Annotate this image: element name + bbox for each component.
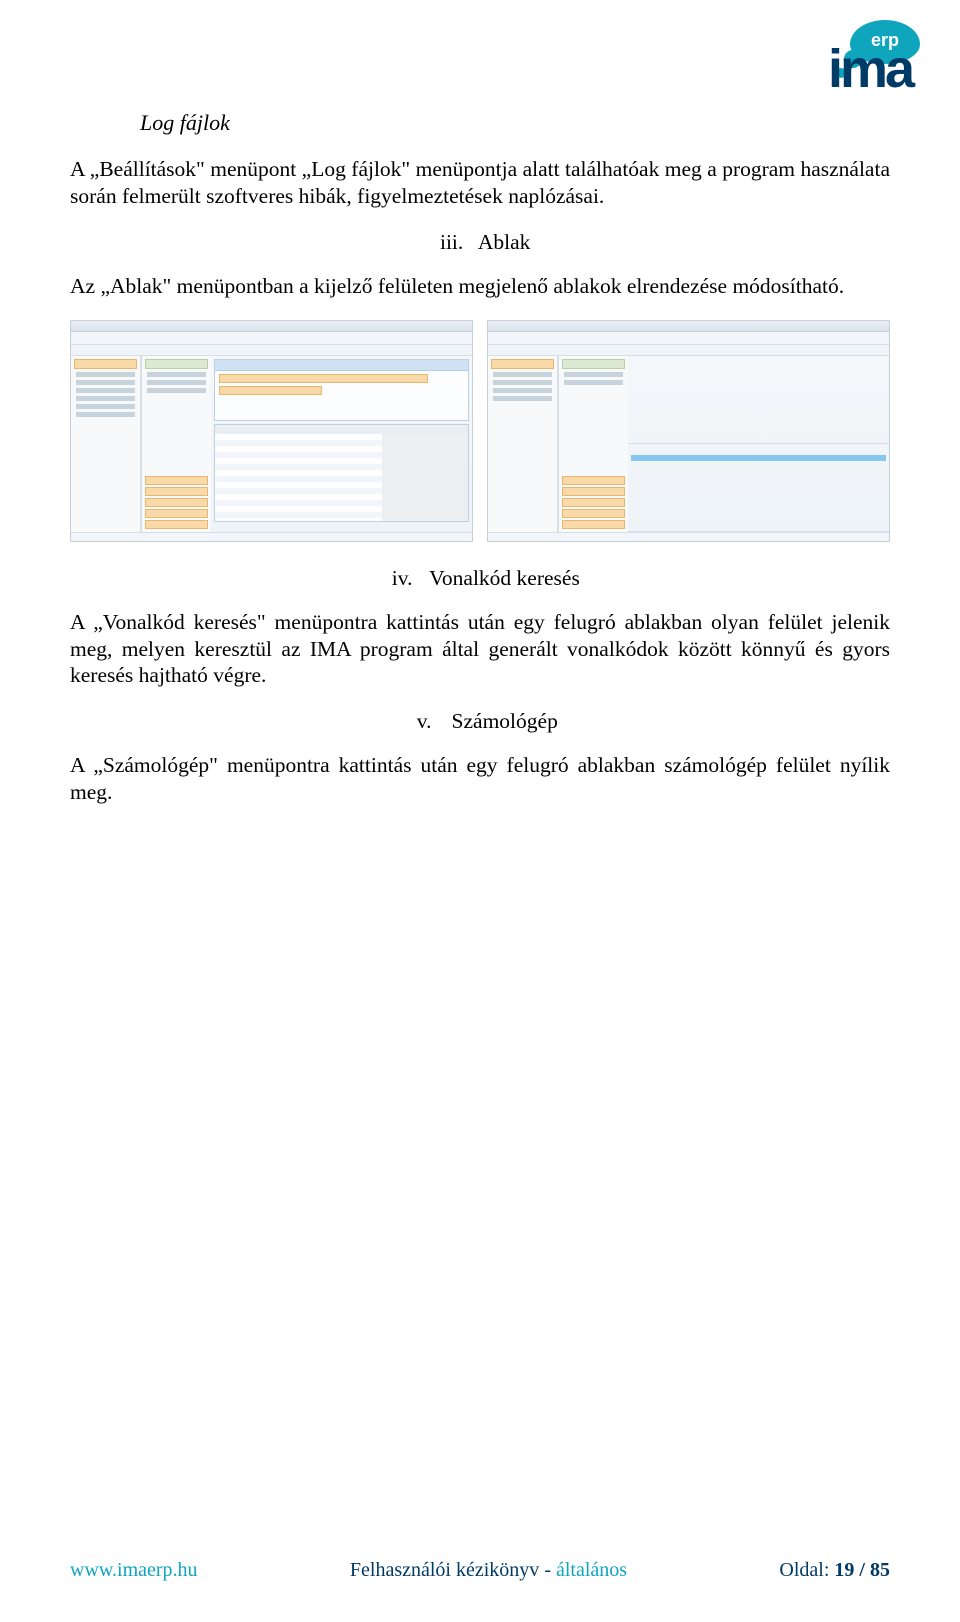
footer-page-number: 19 / 85 <box>834 1559 890 1581</box>
subheading-number: iv. <box>380 566 424 591</box>
footer-title-general: általános <box>556 1559 627 1581</box>
subheading-vonalkod: iv. Vonalkód keresés <box>70 566 890 591</box>
subheading-label: Vonalkód keresés <box>429 566 580 590</box>
paragraph-log-files: A „Beállítások" menüpont „Log fájlok" me… <box>70 156 890 210</box>
screenshot-right <box>487 320 890 542</box>
screenshot-row <box>70 320 890 542</box>
page-footer: www.imaerp.hu Felhasználói kézikönyv - á… <box>70 1559 890 1582</box>
subheading-number: iii. <box>430 230 474 255</box>
footer-title: Felhasználói kézikönyv - általános <box>350 1559 627 1582</box>
subheading-ablak: iii. Ablak <box>70 230 890 255</box>
section-title: Log fájlok <box>140 110 890 136</box>
subheading-label: Ablak <box>478 230 531 254</box>
screenshot-left <box>70 320 473 542</box>
logo-brand-text: ima <box>828 38 912 100</box>
subheading-szamologep: v. Számológép <box>70 709 890 734</box>
footer-page-label: Oldal: <box>779 1559 834 1581</box>
paragraph-ablak: Az „Ablak" menüpontban a kijelző felület… <box>70 273 890 300</box>
subheading-number: v. <box>402 709 446 734</box>
footer-page: Oldal: 19 / 85 <box>779 1559 890 1582</box>
paragraph-vonalkod: A „Vonalkód keresés" menüpontra kattintá… <box>70 609 890 690</box>
footer-url: www.imaerp.hu <box>70 1559 198 1582</box>
brand-logo: erp ima <box>740 20 920 100</box>
subheading-label: Számológép <box>452 709 558 733</box>
paragraph-szamologep: A „Számológép" menüpontra kattintás után… <box>70 752 890 806</box>
footer-title-main: Felhasználói kézikönyv <box>350 1559 539 1581</box>
